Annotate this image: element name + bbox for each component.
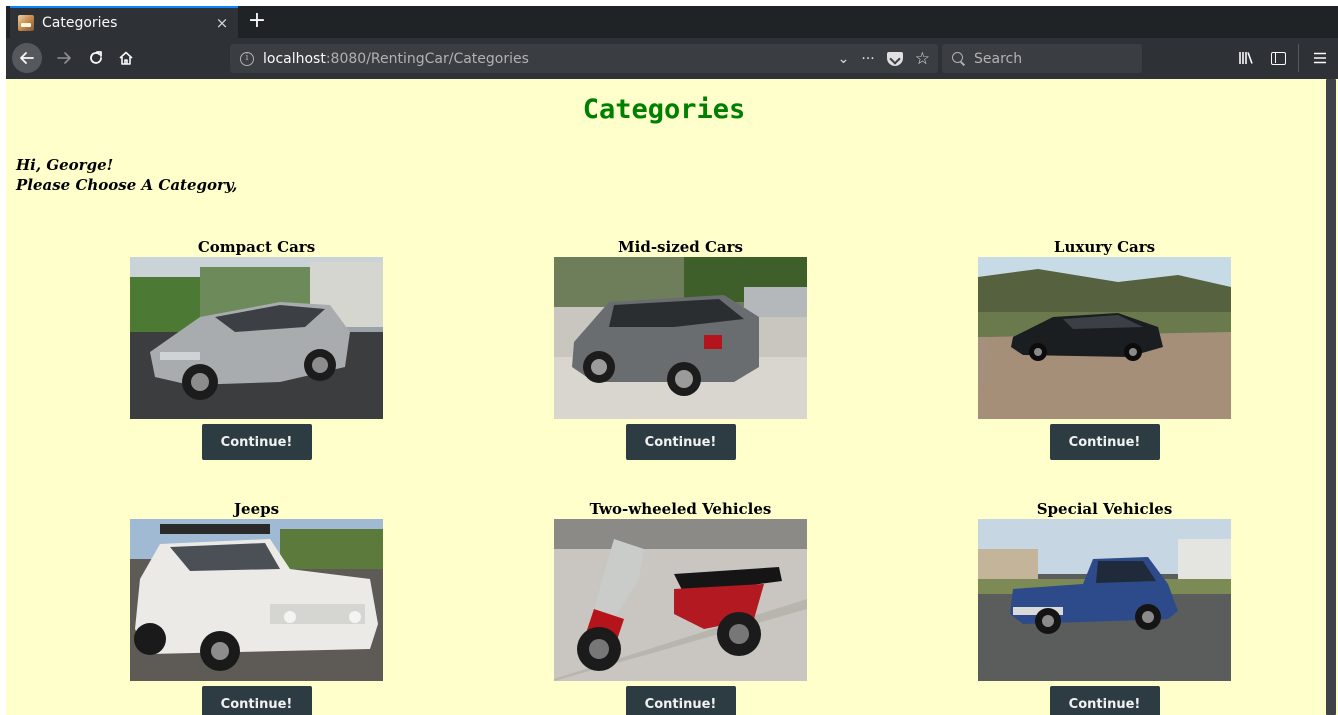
tab-bar: Categories × + <box>6 6 1338 38</box>
tab-title: Categories <box>42 15 118 31</box>
search-icon <box>952 51 966 66</box>
category-photo-scooter <box>554 519 807 681</box>
page-actions-icon[interactable]: ··· <box>861 51 874 67</box>
search-input[interactable]: Search <box>942 44 1142 73</box>
scrollbar-thumb[interactable] <box>1326 79 1336 715</box>
category-card-special-vehicles: Special Vehicles Continue! <box>978 500 1231 715</box>
forward-button[interactable] <box>50 44 78 72</box>
close-icon[interactable]: × <box>212 14 232 32</box>
category-title: Jeeps <box>233 500 280 518</box>
category-card-jeeps: Jeeps Continue! <box>130 500 383 715</box>
greeting: Hi, George! Please Choose A Category, <box>16 155 237 195</box>
category-title: Compact Cars <box>197 238 316 256</box>
favicon-icon <box>18 15 34 31</box>
category-card-compact-cars: Compact Cars Continue! <box>130 238 383 460</box>
back-button[interactable] <box>12 43 42 73</box>
continue-button[interactable]: Continue! <box>201 686 312 715</box>
library-button[interactable] <box>1232 44 1260 72</box>
category-photo-mid-sized-car <box>554 257 807 419</box>
toolbar-divider <box>1298 44 1299 72</box>
category-photo-compact-car <box>130 257 383 419</box>
page-viewport: Categories Hi, George! Please Choose A C… <box>6 79 1338 715</box>
category-title: Two-wheeled Vehicles <box>589 500 772 518</box>
category-photo-pickup-truck <box>978 519 1231 681</box>
reload-button[interactable] <box>82 44 110 72</box>
category-photo-luxury-car <box>978 257 1231 419</box>
category-photo-jeep <box>130 519 383 681</box>
back-arrow-icon <box>20 52 34 64</box>
greeting-prompt: Please Choose A Category, <box>16 176 238 194</box>
pocket-icon[interactable] <box>886 51 903 66</box>
greeting-name: Hi, George! <box>16 156 114 174</box>
continue-button[interactable]: Continue! <box>625 424 736 460</box>
continue-button[interactable]: Continue! <box>1049 686 1160 715</box>
navigation-toolbar: i localhost:8080/RentingCar/Categories ⌄… <box>6 38 1338 79</box>
info-icon[interactable]: i <box>240 51 254 66</box>
menu-button[interactable] <box>1306 44 1334 72</box>
sidebar-icon <box>1270 51 1286 65</box>
category-title: Luxury Cars <box>1053 238 1156 256</box>
page-title: Categories <box>582 94 746 125</box>
url-path: :8080/RentingCar/Categories <box>325 50 529 67</box>
home-icon <box>119 51 133 65</box>
forward-arrow-icon <box>57 52 71 64</box>
continue-button[interactable]: Continue! <box>625 686 736 715</box>
category-card-luxury-cars: Luxury Cars Continue! <box>978 238 1231 460</box>
category-card-mid-sized-cars: Mid-sized Cars Continue! <box>554 238 807 460</box>
url-host: localhost <box>263 50 326 67</box>
address-bar[interactable]: i localhost:8080/RentingCar/Categories ⌄… <box>230 44 938 73</box>
menu-icon <box>1314 52 1326 64</box>
reload-icon <box>90 51 102 64</box>
continue-button[interactable]: Continue! <box>1049 424 1160 460</box>
tab-categories[interactable]: Categories × <box>10 6 238 38</box>
chevron-down-icon[interactable]: ⌄ <box>838 51 850 67</box>
search-placeholder: Search <box>974 50 1023 67</box>
sidebar-button[interactable] <box>1264 44 1292 72</box>
category-card-two-wheeled-vehicles: Two-wheeled Vehicles Continue! <box>554 500 807 715</box>
continue-button[interactable]: Continue! <box>201 424 312 460</box>
page-actions: ⌄ ··· ☆ <box>838 44 930 73</box>
bookmark-star-icon[interactable]: ☆ <box>915 49 930 69</box>
home-button[interactable] <box>112 44 140 72</box>
category-title: Special Vehicles <box>1036 500 1173 518</box>
vertical-scrollbar[interactable] <box>1323 79 1338 715</box>
browser-window: Categories × + i localhost:8080/Renting… <box>6 6 1338 715</box>
category-title: Mid-sized Cars <box>618 238 743 256</box>
library-icon <box>1239 52 1253 64</box>
new-tab-button[interactable]: + <box>242 8 272 36</box>
